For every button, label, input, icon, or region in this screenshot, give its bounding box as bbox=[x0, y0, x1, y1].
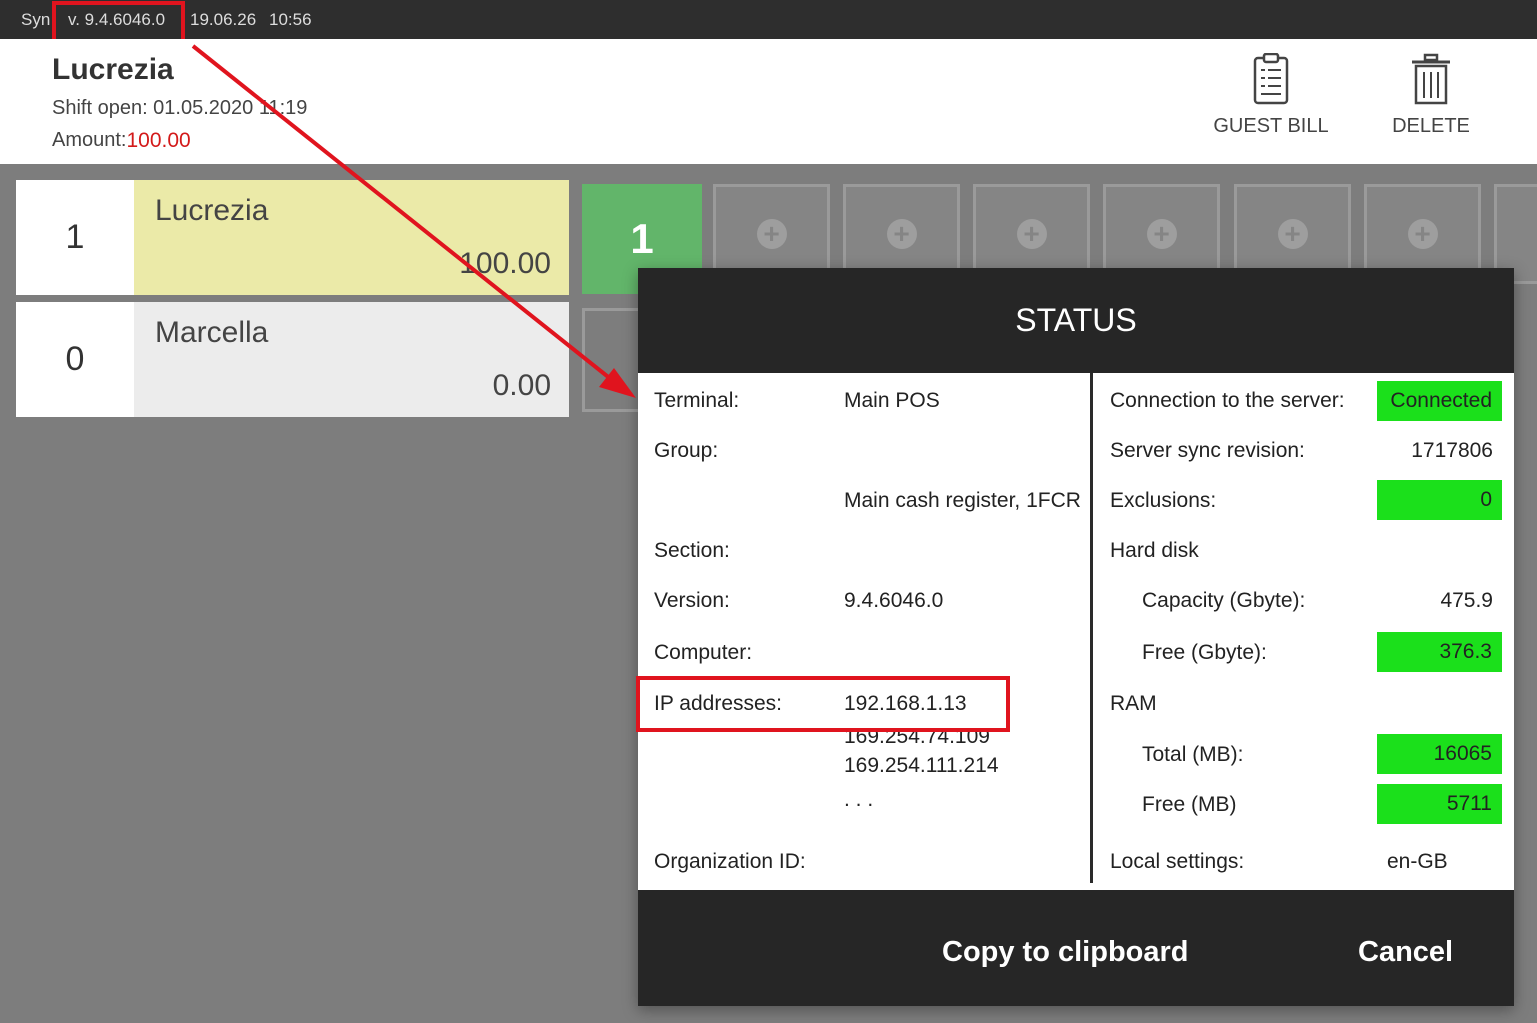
group-label: Group: bbox=[654, 439, 719, 462]
free-mb-value: 5711 bbox=[1377, 784, 1502, 824]
ip-value-3: 169.254.111.214 bbox=[844, 754, 999, 777]
exclusions-value: 0 bbox=[1377, 480, 1502, 520]
sync-revision-value: 1717806 bbox=[1411, 439, 1493, 462]
table-row[interactable]: 0 Marcella 0.00 bbox=[16, 302, 569, 417]
guest-bill-button[interactable]: GUEST BILL bbox=[1206, 53, 1336, 153]
version-field-value: 9.4.6046.0 bbox=[844, 589, 944, 612]
add-guest-tile[interactable] bbox=[582, 308, 642, 412]
table-number: 1 bbox=[16, 180, 134, 295]
delete-button[interactable]: DELETE bbox=[1366, 53, 1496, 153]
table-guest-name: Marcella bbox=[155, 316, 269, 349]
ip-highlight-box bbox=[636, 676, 1010, 732]
ram-label: RAM bbox=[1110, 692, 1157, 715]
total-mb-label: Total (MB): bbox=[1142, 743, 1244, 766]
plus-icon: + bbox=[756, 219, 787, 249]
column-divider bbox=[1090, 373, 1093, 883]
plus-icon: + bbox=[1016, 219, 1047, 249]
table-guest-name: Lucrezia bbox=[155, 194, 269, 227]
capacity-value: 475.9 bbox=[1440, 589, 1493, 612]
table-number: 0 bbox=[16, 302, 134, 417]
amount-label: Amount: bbox=[52, 129, 127, 151]
table-amount: 100.00 bbox=[459, 247, 551, 280]
free-gbyte-value: 376.3 bbox=[1377, 632, 1502, 672]
hard-disk-label: Hard disk bbox=[1110, 539, 1199, 562]
connection-status-badge: Connected bbox=[1377, 381, 1502, 421]
trash-icon bbox=[1412, 53, 1450, 105]
free-mb-label: Free (MB) bbox=[1142, 793, 1237, 816]
version-field-label: Version: bbox=[654, 589, 730, 612]
time-label: 10:56 bbox=[269, 10, 312, 29]
table-amount: 0.00 bbox=[492, 369, 551, 402]
connection-label: Connection to the server: bbox=[1110, 389, 1345, 412]
delete-label: DELETE bbox=[1392, 115, 1470, 137]
copy-to-clipboard-button[interactable]: Copy to clipboard bbox=[942, 936, 1189, 969]
guest-name: Lucrezia bbox=[52, 53, 174, 86]
group-value: Main cash register, 1FCR bbox=[844, 489, 1081, 512]
plus-icon: + bbox=[1407, 219, 1438, 249]
free-gbyte-label: Free (Gbyte): bbox=[1142, 641, 1267, 664]
order-header: Lucrezia Shift open: 01.05.2020 11:19 Am… bbox=[0, 39, 1537, 164]
terminal-value: Main POS bbox=[844, 389, 940, 412]
date-label: 19.06.26 bbox=[190, 10, 257, 29]
clipboard-icon bbox=[1253, 53, 1289, 105]
dialog-title: STATUS bbox=[638, 268, 1514, 373]
local-settings-value: en-GB bbox=[1387, 850, 1448, 873]
terminal-label: Terminal: bbox=[654, 389, 740, 412]
system-bar: Syn v. 9.4.6046.0 19.06.26 10:56 bbox=[0, 0, 1537, 39]
table-info: Lucrezia 100.00 bbox=[134, 180, 569, 295]
table-row[interactable]: 1 Lucrezia 100.00 bbox=[16, 180, 569, 295]
version-highlight-box bbox=[52, 1, 185, 43]
amount-text: Amount: 100.00 bbox=[52, 129, 191, 152]
plus-icon: + bbox=[1277, 219, 1308, 249]
table-info: Marcella 0.00 bbox=[134, 302, 569, 417]
ip-more: . . . bbox=[844, 788, 874, 811]
organization-id-label: Organization ID: bbox=[654, 850, 806, 873]
cancel-button[interactable]: Cancel bbox=[1358, 936, 1453, 969]
plus-icon: + bbox=[886, 219, 917, 249]
plus-icon: + bbox=[1146, 219, 1177, 249]
app-name-prefix: Syn bbox=[21, 10, 51, 29]
guest-bill-label: GUEST BILL bbox=[1213, 115, 1329, 137]
sync-revision-label: Server sync revision: bbox=[1110, 439, 1305, 462]
capacity-label: Capacity (Gbyte): bbox=[1142, 589, 1306, 612]
shift-open-text: Shift open: 01.05.2020 11:19 bbox=[52, 97, 308, 119]
section-label: Section: bbox=[654, 539, 730, 562]
status-dialog: STATUS Terminal: Main POS Group: Main ca… bbox=[638, 268, 1514, 1006]
computer-label: Computer: bbox=[654, 641, 753, 664]
local-settings-label: Local settings: bbox=[1110, 850, 1245, 873]
exclusions-label: Exclusions: bbox=[1110, 489, 1217, 512]
amount-value: 100.00 bbox=[126, 129, 191, 152]
dialog-footer: Copy to clipboard Cancel bbox=[638, 890, 1514, 1006]
total-mb-value: 16065 bbox=[1377, 734, 1502, 774]
